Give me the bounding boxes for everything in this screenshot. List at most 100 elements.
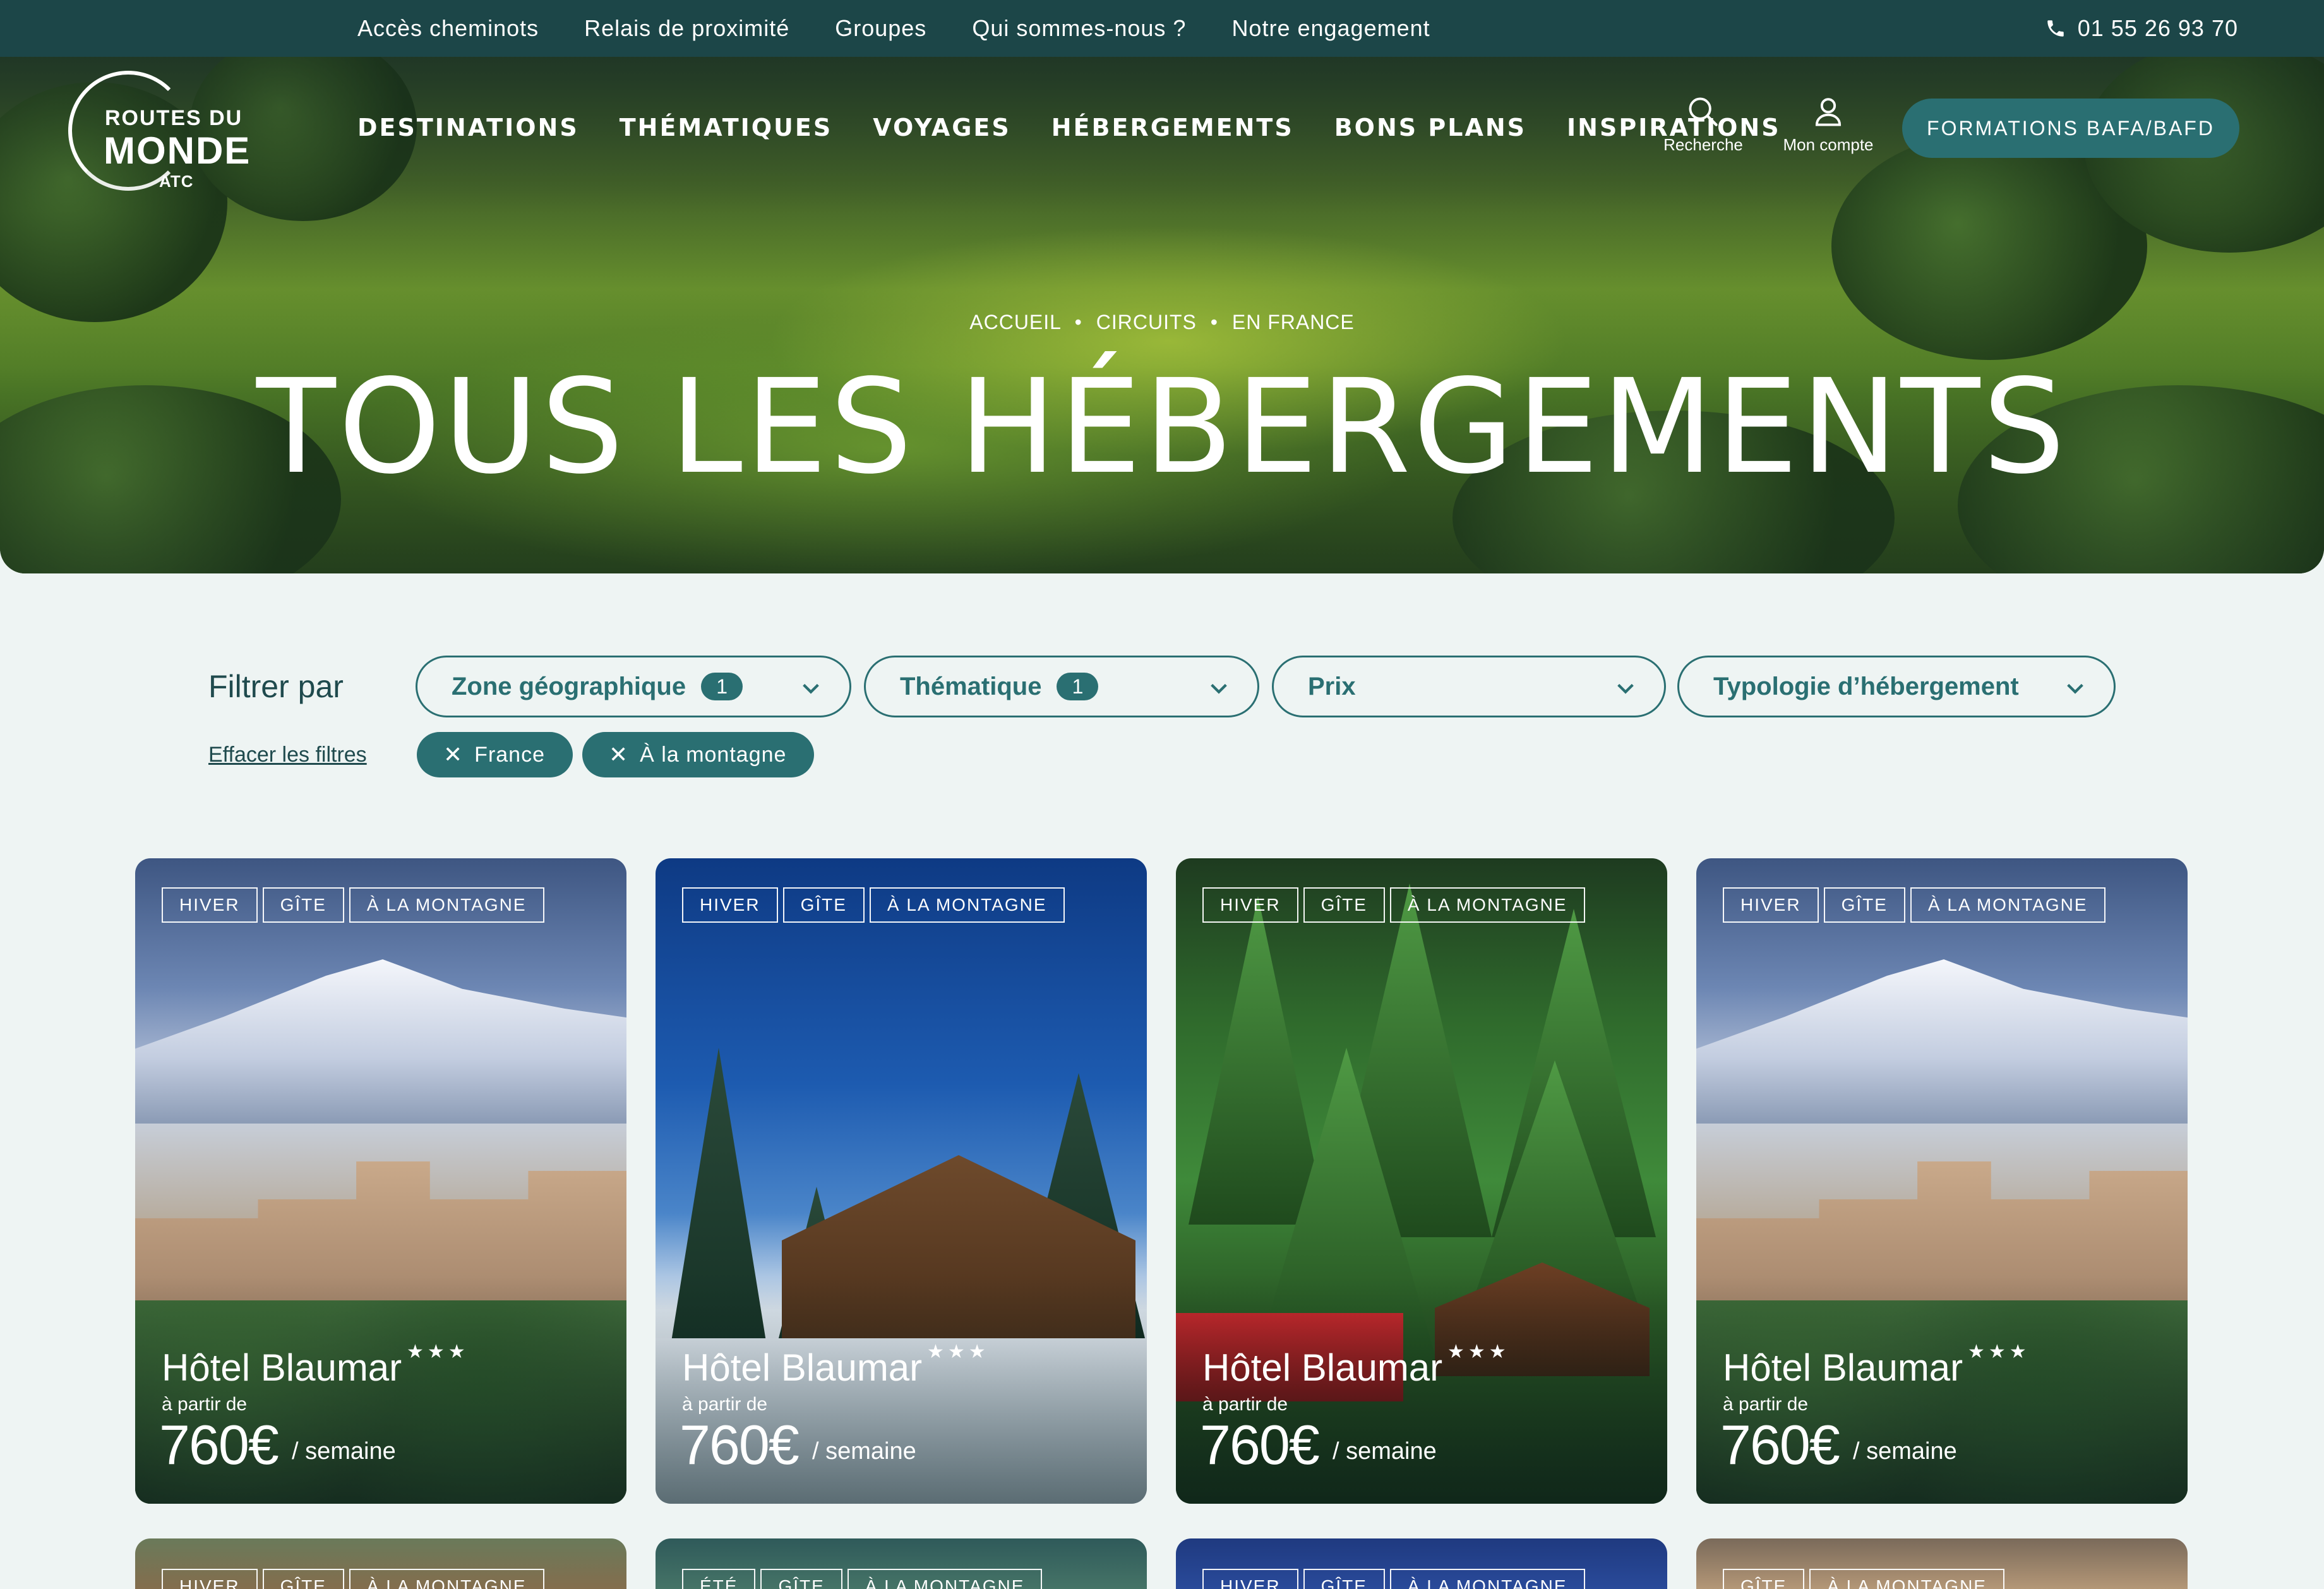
close-icon: ✕ [443,741,464,767]
tag-type: GÎTE [1823,887,1905,923]
card-price-prefix: à partir de [1723,1394,1809,1415]
nav-destinations[interactable]: DESTINATIONS [357,114,579,141]
tag-theme: À LA MONTAGNE [349,887,544,923]
link-relais-proximite[interactable]: Relais de proximité [584,15,789,42]
filter-thematique[interactable]: Thématique 1 [864,656,1259,717]
breadcrumb-en-france[interactable]: EN FRANCE [1232,311,1355,333]
card-price-period: / semaine [292,1438,396,1465]
card-title: Hôtel Blaumar [682,1346,923,1389]
breadcrumb-separator: • [1074,311,1082,333]
filter-zone-label: Zone géographique [452,672,686,700]
card-tags: HIVER GÎTE À LA MONTAGNE [1202,887,1590,923]
nav-hebergements[interactable]: HÉBERGEMENTS [1051,114,1294,141]
tag-theme: À LA MONTAGNE [869,887,1065,923]
card-title: Hôtel Blaumar [1723,1346,1963,1389]
formations-bafa-button[interactable]: FORMATIONS BAFA/BAFD [1902,99,2239,158]
filter-count-badge: 1 [701,673,743,700]
nav-voyages[interactable]: VOYAGES [873,114,1011,141]
user-icon [1815,98,1842,126]
phone-number: 01 55 26 93 70 [2077,15,2238,41]
accommodation-card[interactable]: GÎTE À LA MONTAGNE [1696,1538,2188,1589]
card-tags: ÉTÉ GÎTE À LA MONTAGNE [682,1569,1047,1589]
accommodation-card[interactable]: HIVER GÎTE À LA MONTAGNE Hôtel Blaumar ★… [1176,858,1667,1504]
breadcrumb-accueil[interactable]: ACCUEIL [969,311,1061,333]
accommodation-card[interactable]: ÉTÉ GÎTE À LA MONTAGNE [656,1538,1147,1589]
tag-season: HIVER [1202,1569,1298,1589]
accommodation-card[interactable]: HIVER GÎTE À LA MONTAGNE Hôtel Blaumar ★… [1696,858,2188,1504]
tag-theme: À LA MONTAGNE [847,1569,1043,1589]
tag-season: HIVER [682,887,778,923]
card-price-prefix: à partir de [162,1394,248,1415]
breadcrumb-circuits[interactable]: CIRCUITS [1096,311,1197,333]
tag-season: HIVER [1723,887,1819,923]
accommodation-card[interactable]: HIVER GÎTE À LA MONTAGNE [135,1538,626,1589]
card-title: Hôtel Blaumar [162,1346,402,1389]
chevron-down-icon [803,683,819,694]
site-logo[interactable]: ROUTES DU MONDE ATC [68,66,258,192]
card-price-prefix: à partir de [1202,1394,1288,1415]
account-button[interactable]: Mon compte [1775,93,1882,155]
tag-theme: À LA MONTAGNE [1389,1569,1585,1589]
account-label: Mon compte [1783,135,1874,154]
search-button[interactable]: Recherche [1650,93,1757,155]
card-price: 760€ [1200,1413,1320,1476]
nav-bons-plans[interactable]: BONS PLANS [1334,114,1526,141]
card-tags: HIVER GÎTE À LA MONTAGNE [1202,1569,1590,1589]
link-qui-sommes-nous[interactable]: Qui sommes-nous ? [972,15,1186,42]
hero-banner: ROUTES DU MONDE ATC DESTINATIONS THÉMATI… [0,57,2324,573]
tag-theme: À LA MONTAGNE [1809,1569,2004,1589]
tag-type: GÎTE [1303,1569,1385,1589]
card-title: Hôtel Blaumar [1202,1346,1443,1389]
filter-count-badge: 1 [1057,673,1099,700]
phone-contact[interactable]: 01 55 26 93 70 [2045,0,2238,57]
accommodation-card[interactable]: HIVER GÎTE À LA MONTAGNE [1176,1538,1667,1589]
star-rating: ★★★ [927,1341,990,1362]
chevron-down-icon [1617,683,1634,694]
filter-prix-label: Prix [1308,672,1356,700]
chip-label: À la montagne [640,742,787,767]
tag-theme: À LA MONTAGNE [1389,887,1585,923]
logo-line-2: MONDE [104,129,251,172]
star-rating: ★★★ [1968,1341,2030,1362]
search-icon [1689,97,1718,126]
filter-prix[interactable]: Prix [1272,656,1666,717]
link-groupes[interactable]: Groupes [835,15,926,42]
card-price-period: / semaine [1853,1438,1957,1465]
card-photo-mountain [135,959,626,1124]
chevron-down-icon [2067,683,2083,694]
active-filter-chip-france[interactable]: ✕ France [417,732,573,777]
active-filter-chip-montagne[interactable]: ✕ À la montagne [582,732,815,777]
filter-typologie[interactable]: Typologie d’hébergement [1677,656,2116,717]
card-photo-mountain [1696,959,2188,1124]
accommodation-card[interactable]: HIVER GÎTE À LA MONTAGNE Hôtel Blaumar ★… [656,858,1147,1504]
main-navigation: DESTINATIONS THÉMATIQUES VOYAGES HÉBERGE… [357,109,1821,147]
card-price: 760€ [1720,1413,1840,1476]
tag-type: GÎTE [262,887,344,923]
filter-thematique-label: Thématique [900,672,1042,700]
filter-zone-geographique[interactable]: Zone géographique 1 [416,656,851,717]
accommodation-card[interactable]: HIVER GÎTE À LA MONTAGNE Hôtel Blaumar ★… [135,858,626,1504]
tag-season: HIVER [1202,887,1298,923]
top-utility-bar: Accès cheminots Relais de proximité Grou… [0,0,2324,57]
tag-season: ÉTÉ [682,1569,756,1589]
link-notre-engagement[interactable]: Notre engagement [1231,15,1430,42]
link-acces-cheminots[interactable]: Accès cheminots [357,15,539,42]
nav-thematiques[interactable]: THÉMATIQUES [620,114,833,141]
card-price-period: / semaine [812,1438,916,1465]
clear-filters-link[interactable]: Effacer les filtres [208,743,367,767]
logo-line-3: ATC [159,172,194,191]
breadcrumb: ACCUEIL • CIRCUITS • EN FRANCE [0,311,2324,334]
chip-label: France [474,742,545,767]
tag-type: GÎTE [1723,1569,1805,1589]
tag-type: GÎTE [262,1569,344,1589]
page-title: TOUS LES HÉBERGEMENTS [256,351,2068,503]
card-price-period: / semaine [1333,1438,1437,1465]
tag-theme: À LA MONTAGNE [349,1569,544,1589]
tag-season: HIVER [162,1569,258,1589]
card-tags: HIVER GÎTE À LA MONTAGNE [682,887,1070,923]
card-price: 760€ [159,1413,279,1476]
card-tags: HIVER GÎTE À LA MONTAGNE [1723,887,2111,923]
tag-season: HIVER [162,887,258,923]
star-rating: ★★★ [1447,1341,1510,1362]
card-photo-tree [1189,896,1327,1225]
